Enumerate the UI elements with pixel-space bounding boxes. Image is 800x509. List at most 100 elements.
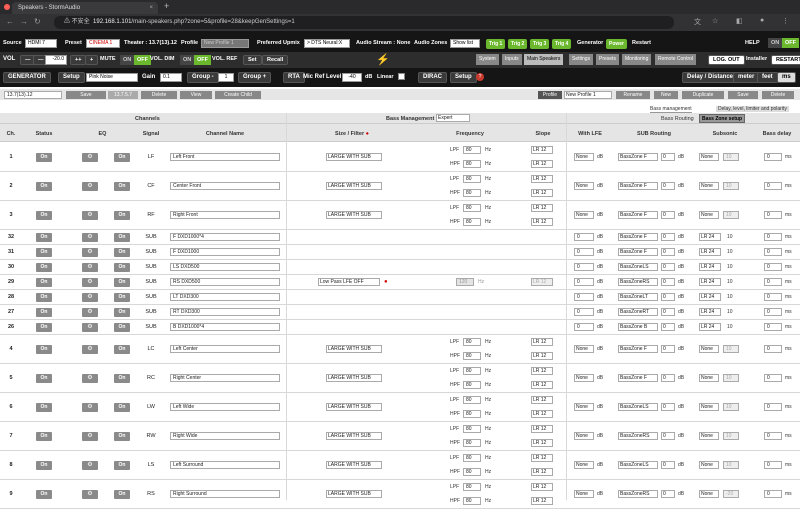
lpf-slope-select[interactable]: LR 12	[531, 425, 553, 433]
with-lfe-select[interactable]: 0	[574, 308, 594, 316]
channel-name-input[interactable]: RS DXD500	[170, 278, 280, 286]
eq-on-button[interactable]: On	[114, 432, 130, 441]
sub-routing-select[interactable]: BassZone F	[618, 374, 658, 382]
sub-routing-select[interactable]: BassZone B	[618, 323, 658, 331]
status-on-button[interactable]: On	[36, 293, 52, 302]
upmix-select[interactable]: > DTS Neural:X	[304, 39, 350, 48]
eq-gear-icon[interactable]: ⚙	[82, 461, 98, 470]
bass-management-tab[interactable]: Bass management	[650, 106, 692, 113]
channel-name-input[interactable]: F DXD1000*4	[170, 233, 280, 241]
eq-gear-icon[interactable]: ⚙	[82, 345, 98, 354]
channel-name-input[interactable]: Right Surround	[170, 490, 280, 498]
tab-settings[interactable]: Settings	[569, 54, 594, 65]
with-lfe-select[interactable]: None	[574, 374, 594, 382]
trig-4-button[interactable]: Trig 4	[552, 39, 572, 49]
sub-routing-db-select[interactable]: 0	[661, 248, 675, 256]
sub-routing-select[interactable]: BassZone F	[618, 182, 658, 190]
eq-gear-icon[interactable]: ⚙	[82, 211, 98, 220]
lpf-slope-select[interactable]: LR 12	[531, 396, 553, 404]
sub-routing-select[interactable]: BassZoneRS	[618, 278, 658, 286]
status-on-button[interactable]: On	[36, 153, 52, 162]
bass-zone-setup-button[interactable]: Bass Zone setup	[699, 114, 745, 123]
create-child-button[interactable]: Create Child	[215, 91, 261, 99]
source-select[interactable]: HDMI 7	[25, 39, 57, 48]
bass-delay-input[interactable]: 0	[764, 263, 782, 271]
sub-routing-select[interactable]: BassZoneLS	[618, 403, 658, 411]
status-on-button[interactable]: On	[36, 233, 52, 242]
new-tab-icon[interactable]: +	[164, 1, 169, 11]
hpf-slope-select[interactable]: LR 12	[531, 497, 553, 505]
eq-on-button[interactable]: On	[114, 461, 130, 470]
extensions-icon[interactable]: ◧	[736, 17, 743, 25]
eq-gear-icon[interactable]: ⚙	[82, 153, 98, 162]
eq-gear-icon[interactable]: ⚙	[82, 263, 98, 272]
lpf-input[interactable]: 80	[463, 338, 481, 346]
sub-routing-db-select[interactable]: 0	[661, 278, 675, 286]
hpf-slope-select[interactable]: LR 12	[531, 189, 553, 197]
dirac-help-icon[interactable]: ?	[476, 73, 484, 81]
subsonic-select[interactable]: None	[699, 490, 719, 498]
hpf-input[interactable]: 80	[463, 497, 481, 505]
hpf-slope-select[interactable]: LR 12	[531, 439, 553, 447]
sub-routing-select[interactable]: BassZone F	[618, 153, 658, 161]
tab-remote-control[interactable]: Remote Control	[655, 54, 697, 65]
help-off-toggle[interactable]: OFF	[782, 38, 799, 48]
eq-gear-icon[interactable]: ⚙	[82, 248, 98, 257]
subsonic-select[interactable]: LR 24	[699, 293, 721, 301]
bass-delay-input[interactable]: 0	[764, 432, 782, 440]
eq-on-button[interactable]: On	[114, 278, 130, 287]
status-on-button[interactable]: On	[36, 182, 52, 191]
generator-setup-button[interactable]: Setup	[58, 72, 85, 83]
bass-delay-input[interactable]: 0	[764, 461, 782, 469]
channel-name-input[interactable]: LT DXD300	[170, 293, 280, 301]
eq-gear-icon[interactable]: ⚙	[82, 182, 98, 191]
bass-delay-input[interactable]: 0	[764, 182, 782, 190]
profile-new-button[interactable]: New	[654, 91, 678, 99]
dim-off-toggle[interactable]: OFF	[194, 55, 211, 65]
sub-routing-db-select[interactable]: 0	[661, 293, 675, 301]
mute-off-toggle[interactable]: OFF	[134, 55, 151, 65]
size-filter-select[interactable]: LARGE WITH SUB	[326, 432, 382, 440]
trig-1-button[interactable]: Trig 1	[486, 39, 506, 49]
layout-name-input[interactable]: 13.7(13).12	[4, 91, 62, 99]
sub-routing-db-select[interactable]: 0	[661, 263, 675, 271]
sub-routing-select[interactable]: BassZoneRT	[618, 308, 658, 316]
restart-link[interactable]: Restart	[632, 40, 651, 46]
with-lfe-select[interactable]: None	[574, 211, 594, 219]
lpf-input[interactable]: 80	[463, 483, 481, 491]
group-minus-button[interactable]: Group -	[187, 72, 219, 83]
lpf-slope-select[interactable]: LR 12	[531, 338, 553, 346]
status-on-button[interactable]: On	[36, 308, 52, 317]
eq-gear-icon[interactable]: ⚙	[82, 233, 98, 242]
with-lfe-select[interactable]: None	[574, 432, 594, 440]
eq-gear-icon[interactable]: ⚙	[82, 374, 98, 383]
back-icon[interactable]: ←	[6, 17, 14, 26]
eq-gear-icon[interactable]: ⚙	[82, 490, 98, 499]
feet-button[interactable]: feet	[757, 72, 778, 83]
tab-system[interactable]: System	[476, 54, 499, 65]
bass-delay-input[interactable]: 0	[764, 278, 782, 286]
bass-delay-input[interactable]: 0	[764, 323, 782, 331]
lpf-slope-select[interactable]: LR 12	[531, 175, 553, 183]
size-help-icon[interactable]: ●	[366, 131, 369, 137]
channel-name-input[interactable]: Left Front	[170, 153, 280, 161]
eq-on-button[interactable]: On	[114, 182, 130, 191]
bass-delay-input[interactable]: 0	[764, 153, 782, 161]
bass-delay-input[interactable]: 0	[764, 248, 782, 256]
sub-routing-db-select[interactable]: 0	[661, 182, 675, 190]
eq-on-button[interactable]: On	[114, 403, 130, 412]
size-filter-select[interactable]: LARGE WITH SUB	[326, 211, 382, 219]
sub-routing-select[interactable]: BassZoneLS	[618, 461, 658, 469]
sub-routing-select[interactable]: BassZone F	[618, 345, 658, 353]
forward-icon[interactable]: →	[20, 17, 28, 26]
tab-monitoring[interactable]: Monitoring	[622, 54, 652, 65]
channel-name-input[interactable]: B DXD1000*4	[170, 323, 280, 331]
eq-on-button[interactable]: On	[114, 248, 130, 257]
eq-on-button[interactable]: On	[114, 153, 130, 162]
lpf-slope-select[interactable]: LR 12	[531, 454, 553, 462]
vol-up-fast-button[interactable]: ++	[70, 55, 87, 65]
profile-save-button[interactable]: Save	[728, 91, 758, 99]
bass-delay-input[interactable]: 0	[764, 293, 782, 301]
with-lfe-select[interactable]: None	[574, 403, 594, 411]
channel-name-input[interactable]: Right Wide	[170, 432, 280, 440]
